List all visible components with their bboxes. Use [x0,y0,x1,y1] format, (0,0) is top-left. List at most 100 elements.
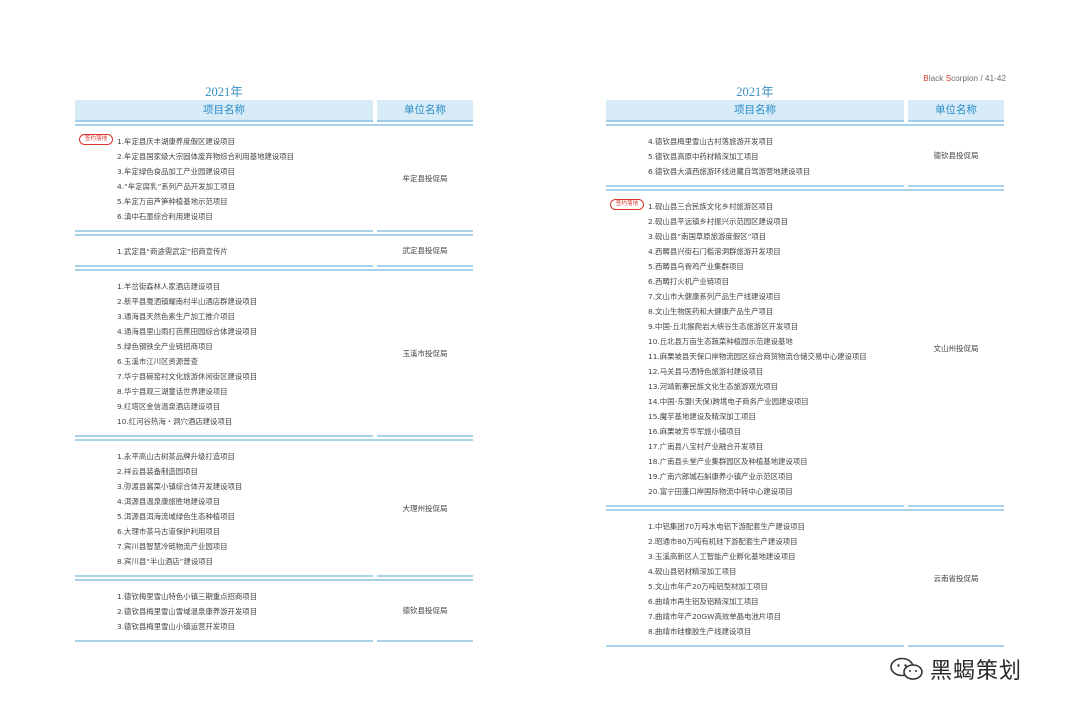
list-item: 8.文山生物医药和大健康产品生产项目 [648,307,774,316]
right-table-body: 4.德钦县梅里雪山古村落旅游开发项目 5.德钦县高原中药材精深加工项目 6.德钦县大… [606,124,1004,647]
unit-name: 德钦县投促局 [908,126,1004,187]
list-item: 9.红塔区金信温泉酒店建设项目 [117,402,221,411]
list-item: 10.丘北县万亩生态蔬菜种植园示范建设基地 [648,337,793,346]
column-header-unit: 单位名称 [377,100,473,122]
watermark-text: 黑蝎策划 [930,659,1023,684]
signed-badge: 签约落地 [79,134,113,145]
year-heading: 2021年 [205,85,243,99]
list-item: 2.新平县戛洒镇耀南村半山酒店群建设项目 [117,297,258,306]
unit-name: 牟定县投促局 [377,126,473,232]
list-item: 17.广南县八宝村产业融合开发项目 [648,442,764,451]
table-row-group: 签约落地 1.牟定县庆丰湖康养度假区建设项目 2.牟定县国家级大宗固体废弃物综合利用… [75,124,473,232]
list-item: 2.砚山县平远镇乡村振兴示范园区建设项目 [648,217,789,226]
unit-name: 德钦县投促局 [377,581,473,642]
wechat-icon [888,656,926,682]
list-item: 1.德钦梅里雪山特色小镇三期重点招商项目 [117,592,258,601]
list-item: 19.广南六郎城石斛康养小镇产业示范区项目 [648,472,793,481]
list-item: 5.绿色钢铁全产业链招商项目 [117,342,213,351]
list-item: 8.宾川县“半山酒店”建设项目 [117,557,214,566]
project-list: 1.武定县“商途需武定”招商宣传片 [75,236,373,267]
project-list: 签约落地 1.砚山县三合民族文化乡村旅游区项目 2.砚山县平远镇乡村振兴示范园区建设… [606,191,904,507]
unit-name: 武定县投促局 [377,236,473,267]
project-list: 1.中铝集团70万吨水电铝下游配套生产建设项目 2.昭通市80万吨有机硅下游配套生… [606,511,904,647]
left-table-body: 签约落地 1.牟定县庆丰湖康养度假区建设项目 2.牟定县国家级大宗固体废弃物综合利用… [75,124,473,642]
list-item: 9.中国-丘北猴爬岩大峡谷生态旅游区开发项目 [648,322,799,331]
table-row-group: 1.中铝集团70万吨水电铝下游配套生产建设项目 2.昭通市80万吨有机硅下游配套生… [606,509,1004,647]
unit-name: 大理州投促局 [377,441,473,577]
list-item: 4.洱源县温泉康旅胜地建设项目 [117,497,221,506]
list-item: 15.魔芋基地建设及精深加工项目 [648,412,756,421]
list-item: 16.麻栗坡芳华军旅小镇项目 [648,427,742,436]
table-row-group: 1.永平高山古树茶品牌升级打造项目 2.祥云县装备制造园项目 3.弥渡县酱菜小镇综合… [75,439,473,577]
list-item: 1.永平高山古树茶品牌升级打造项目 [117,452,235,461]
project-list: 签约落地 1.牟定县庆丰湖康养度假区建设项目 2.牟定县国家级大宗固体废弃物综合利用… [75,126,373,232]
signed-badge: 签约落地 [610,199,644,210]
list-item: 4.“牟定腐乳”系列产品开发加工项目 [117,182,236,191]
brand-page-number: Black Scorpion / 41-42 [923,74,1006,83]
list-item: 8.曲靖市硅橡胶生产线建设项目 [648,627,752,636]
list-item: 8.华宁县观三湖童话世界建设项目 [117,387,228,396]
list-item: 2.昭通市80万吨有机硅下游配套生产建设项目 [648,537,798,546]
table-row-group: 签约落地 1.砚山县三合民族文化乡村旅游区项目 2.砚山县平远镇乡村振兴示范园区建设… [606,189,1004,507]
list-item: 5.文山市年产20万吨铝型材加工项目 [648,582,768,591]
list-item: 14.中国-东盟(天保)跨境电子商务产业园建设项目 [648,397,809,406]
list-item: 4.砚山县铝材精深加工项目 [648,567,737,576]
list-item: 2.牟定县国家级大宗固体废弃物综合利用基地建设项目 [117,152,295,161]
unit-name: 云南省投促局 [908,511,1004,647]
list-item: 5.洱源县洱海流域绿色生态种植项目 [117,512,235,521]
right-page: 2021年 项目名称 单位名称 4.德钦县梅里雪山古村落旅游开发项目 5.德钦县高… [606,84,1004,647]
list-item: 11.麻栗坡县天保口岸物流园区综合商贸物流仓储交易中心建设项目 [648,352,867,361]
project-list: 4.德钦县梅里雪山古村落旅游开发项目 5.德钦县高原中药材精深加工项目 6.德钦县大… [606,126,904,187]
list-item: 6.玉溪市江川区资源普查 [117,357,198,366]
list-item: 2.祥云县装备制造园项目 [117,467,198,476]
table-row-group: 1.武定县“商途需武定”招商宣传片 武定县投促局 [75,234,473,267]
list-item: 7.宾川县智慧冷链物流产业园项目 [117,542,228,551]
table-row-group: 4.德钦县梅里雪山古村落旅游开发项目 5.德钦县高原中药材精深加工项目 6.德钦县大… [606,124,1004,187]
list-item: 12.马关县马洒特色旅游村建设项目 [648,367,764,376]
list-item: 4.德钦县梅里雪山古村落旅游开发项目 [648,137,774,146]
column-header-unit: 单位名称 [908,100,1004,122]
list-item: 6.西畴打火机产业链项目 [648,277,729,286]
list-item: 1.武定县“商途需武定”招商宣传片 [117,247,228,256]
list-item: 3.通海县天然色素生产加工推介项目 [117,312,235,321]
left-page: 2021年 项目名称 单位名称 签约落地 1.牟定县庆丰湖康养度假区建设项目 2.牟… [75,84,473,642]
list-item: 18.广南县头堂产业集群园区及种植基地建设项目 [648,457,808,466]
list-item: 3.玉溪高新区人工智能产业孵化基地建设项目 [648,552,796,561]
column-header-project: 项目名称 [606,100,904,122]
project-list: 1.德钦梅里雪山特色小镇三期重点招商项目 2.德钦县梅里雪山雪域温泉康养游开发项目… [75,581,373,642]
list-item: 7.华宁县碗窑村文化旅游休闲街区建设项目 [117,372,258,381]
list-item: 6.德钦县大滇西旅游环线进藏自驾游营地建设项目 [648,167,811,176]
list-item: 3.牟定绿色食品加工产业园建设项目 [117,167,235,176]
watermark: 黑蝎策划 [888,653,1022,685]
list-item: 3.德钦县梅里雪山小镇运营开发项目 [117,622,235,631]
list-item: 5.西畴县乌骨鸡产业集群项目 [648,262,744,271]
list-item: 5.牟定万亩芦笋种植基地示范项目 [117,197,228,206]
list-item: 6.滇中石墨综合利用建设项目 [117,212,213,221]
list-item: 7.曲靖市年产20GW高效单晶电池片项目 [648,612,781,621]
list-item: 13.河靖新寨民族文化生态旅游观光项目 [648,382,779,391]
list-item: 7.文山市大健康系列产品生产线建设项目 [648,292,781,301]
table-row-group: 1.德钦梅里雪山特色小镇三期重点招商项目 2.德钦县梅里雪山雪域温泉康养游开发项目… [75,579,473,642]
table-row-group: 1.羊岔街森林人家酒店建设项目 2.新平县戛洒镇耀南村半山酒店群建设项目 3.通海县… [75,269,473,437]
table-header: 项目名称 单位名称 [75,100,473,122]
project-list: 1.永平高山古树茶品牌升级打造项目 2.祥云县装备制造园项目 3.弥渡县酱菜小镇综合… [75,441,373,577]
list-item: 3.砚山县“南国草原旅游度假区”项目 [648,232,767,241]
list-item: 1.牟定县庆丰湖康养度假区建设项目 [117,137,235,146]
list-item: 10.红河谷热海・洞穴酒店建设项目 [117,417,233,426]
list-item: 3.弥渡县酱菜小镇综合体开发建设项目 [117,482,243,491]
list-item: 6.大理市茶马古道保护利用项目 [117,527,221,536]
year-heading: 2021年 [736,85,774,99]
list-item: 1.羊岔街森林人家酒店建设项目 [117,282,221,291]
list-item: 2.德钦县梅里雪山雪域温泉康养游开发项目 [117,607,258,616]
list-item: 20.富宁田蓬口岸国际物流中转中心建设项目 [648,487,793,496]
list-item: 6.曲靖市再生铝及铝精深加工项目 [648,597,759,606]
list-item: 1.中铝集团70万吨水电铝下游配套生产建设项目 [648,522,805,531]
unit-name: 文山州投促局 [908,191,1004,507]
column-header-project: 项目名称 [75,100,373,122]
unit-name: 玉溪市投促局 [377,271,473,437]
list-item: 1.砚山县三合民族文化乡村旅游区项目 [648,202,774,211]
table-header: 项目名称 单位名称 [606,100,1004,122]
list-item: 4.西畴县兴街石门槛溶洞群旅游开发项目 [648,247,781,256]
project-list: 1.羊岔街森林人家酒店建设项目 2.新平县戛洒镇耀南村半山酒店群建设项目 3.通海县… [75,271,373,437]
list-item: 5.德钦县高原中药材精深加工项目 [648,152,759,161]
